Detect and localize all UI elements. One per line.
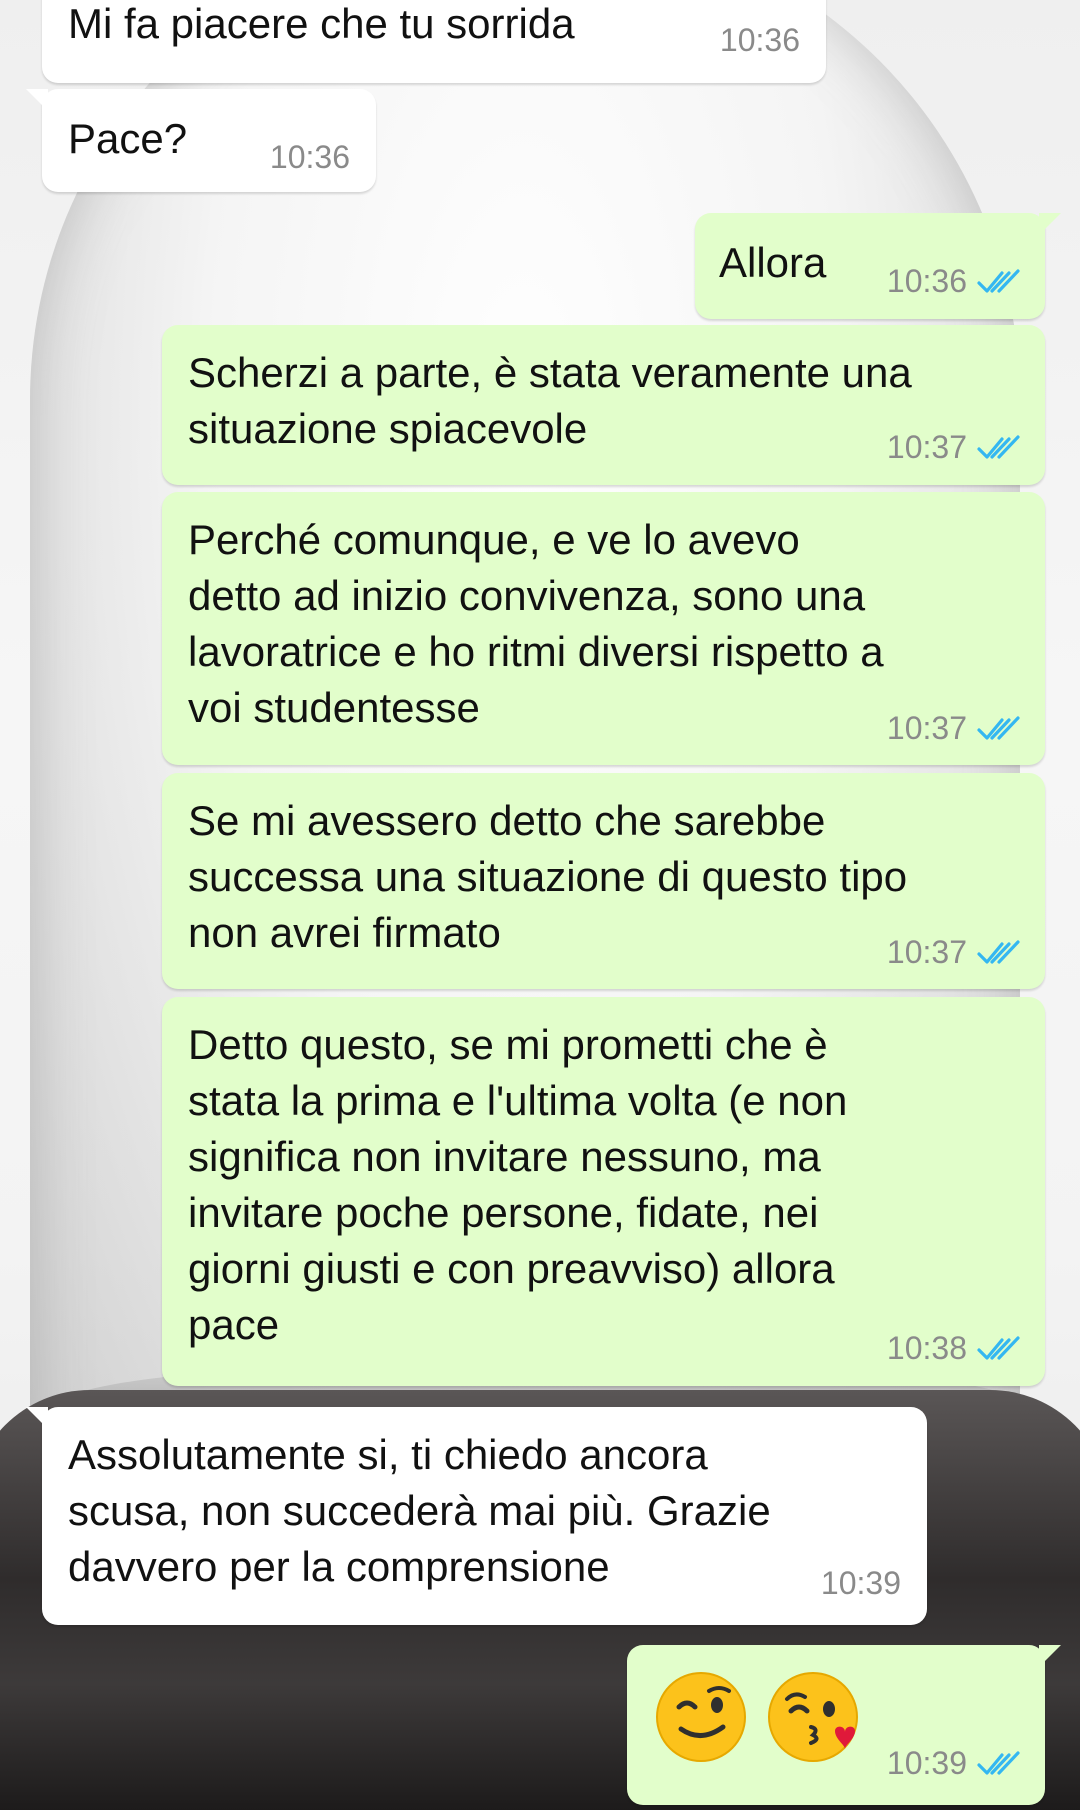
outgoing-message[interactable]: Scherzi a parte, è stata veramente una s… [162, 325, 1045, 485]
message-time: 10:39 [886, 1745, 967, 1781]
message-time: 10:38 [886, 1330, 967, 1366]
message-meta: 10:37 [887, 934, 1021, 971]
outgoing-message[interactable]: Allora 10:36 [695, 213, 1061, 319]
incoming-message[interactable]: Mi fa piacere che tu sorrida 10:36 [42, 0, 826, 83]
outgoing-message[interactable]: Perché comunque, e ve lo avevo detto ad … [162, 492, 1045, 765]
message-meta: 10:38 [887, 1330, 1021, 1367]
message-meta: 10:36 [720, 22, 800, 59]
message-text: Assolutamente si, ti chiedo ancora scusa… [68, 1431, 771, 1590]
message-meta: 10:39 [821, 1565, 901, 1602]
face-blowing-kiss-icon [768, 1672, 858, 1762]
read-receipt-icon [977, 715, 1020, 740]
message-text: Perché comunque, e ve lo avevo detto ad … [188, 516, 884, 731]
message-time: 10:36 [269, 139, 350, 175]
message-text: Scherzi a parte, è stata veramente una s… [188, 349, 912, 452]
message-time: 10:37 [886, 429, 967, 465]
message-time: 10:37 [886, 710, 967, 746]
incoming-message[interactable]: Pace? 10:36 [26, 89, 376, 192]
message-text: Mi fa piacere che tu sorrida [68, 0, 575, 47]
message-time: 10:36 [886, 263, 967, 299]
read-receipt-icon [977, 434, 1020, 459]
message-meta: 10:37 [887, 710, 1021, 747]
message-text: Allora [719, 239, 827, 286]
message-meta: 10:36 [887, 263, 1021, 300]
message-meta: 10:39 [887, 1745, 1021, 1782]
read-receipt-icon [977, 1750, 1020, 1775]
message-text: Detto questo, se mi prometti che è stata… [188, 1021, 848, 1348]
message-meta: 10:37 [887, 429, 1021, 466]
emoji-row [653, 1669, 861, 1765]
message-text: Se mi avessero detto che sarebbe success… [188, 797, 908, 956]
message-text: Pace? [68, 115, 188, 162]
conversation[interactable]: Mi fa piacere che tu sorrida 10:36 Pace?… [0, 0, 1080, 1805]
outgoing-message[interactable]: Se mi avessero detto che sarebbe success… [162, 773, 1045, 989]
read-receipt-icon [977, 939, 1020, 964]
message-time: 10:36 [719, 22, 800, 58]
message-time: 10:39 [820, 1565, 901, 1601]
outgoing-message[interactable]: Detto questo, se mi prometti che è stata… [162, 997, 1045, 1386]
message-meta: 10:36 [270, 139, 350, 176]
message-time: 10:37 [886, 934, 967, 970]
read-receipt-icon [977, 268, 1020, 293]
read-receipt-icon [977, 1335, 1020, 1360]
outgoing-message[interactable]: 10:39 [627, 1645, 1061, 1805]
winking-face-icon [656, 1672, 746, 1762]
incoming-message[interactable]: Assolutamente si, ti chiedo ancora scusa… [26, 1407, 927, 1625]
